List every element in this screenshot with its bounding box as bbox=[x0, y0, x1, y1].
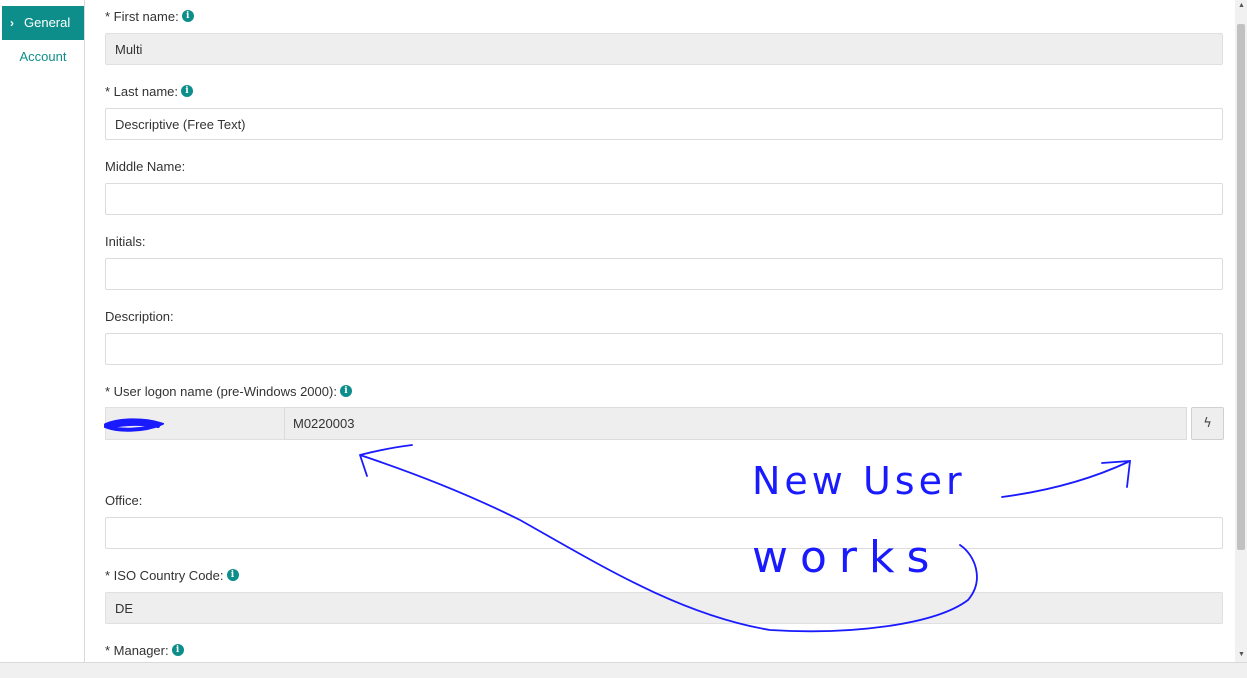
info-icon[interactable]: i bbox=[181, 10, 194, 22]
logon-domain-field[interactable] bbox=[104, 407, 285, 440]
info-icon[interactable]: i bbox=[181, 85, 193, 97]
first-name-field[interactable]: Multi bbox=[105, 33, 1223, 65]
description-label: Description: bbox=[105, 308, 174, 324]
description-field[interactable] bbox=[105, 333, 1223, 365]
last-name-field[interactable]: Descriptive (Free Text) bbox=[105, 108, 1223, 140]
generate-button[interactable]: ϟ bbox=[1191, 407, 1224, 440]
redaction-scribble bbox=[104, 418, 164, 432]
logon-name-field[interactable]: M0220003 bbox=[284, 407, 1187, 440]
initials-field[interactable] bbox=[105, 258, 1223, 290]
iso-country-field[interactable]: DE bbox=[105, 592, 1223, 624]
scrollbar-thumb[interactable] bbox=[1237, 24, 1245, 550]
sidebar-item-label: General bbox=[24, 15, 71, 30]
lightning-icon: ϟ bbox=[1203, 416, 1212, 431]
initials-label: Initials: bbox=[105, 233, 146, 249]
scroll-down-icon[interactable]: ▼ bbox=[1238, 651, 1245, 658]
vertical-scrollbar[interactable]: ▲ ▼ bbox=[1235, 0, 1247, 662]
logon-name-label: * User logon name (pre-Windows 2000): i bbox=[105, 382, 352, 400]
sidebar: › General Account bbox=[0, 0, 85, 662]
last-name-label: * Last name: i bbox=[105, 82, 193, 100]
first-name-label: * First name: i bbox=[105, 7, 194, 25]
office-field[interactable] bbox=[105, 517, 1223, 549]
middle-name-label: Middle Name: bbox=[105, 158, 186, 174]
info-icon[interactable]: i bbox=[171, 644, 184, 656]
horizontal-scrollbar bbox=[0, 662, 1247, 678]
sidebar-item-account[interactable]: Account bbox=[2, 40, 84, 74]
scroll-up-icon[interactable]: ▲ bbox=[1238, 2, 1245, 9]
info-icon[interactable]: i bbox=[226, 569, 239, 581]
info-icon[interactable]: i bbox=[339, 385, 352, 397]
chevron-right-icon: › bbox=[10, 16, 14, 30]
form-panel: * First name: i Multi * Last name: i Des… bbox=[85, 0, 1235, 662]
sidebar-item-general[interactable]: › General bbox=[2, 6, 84, 40]
office-label: Office: bbox=[105, 492, 143, 508]
middle-name-field[interactable] bbox=[105, 183, 1223, 215]
manager-label: * Manager: i bbox=[105, 641, 184, 659]
iso-country-label: * ISO Country Code: i bbox=[105, 566, 239, 584]
